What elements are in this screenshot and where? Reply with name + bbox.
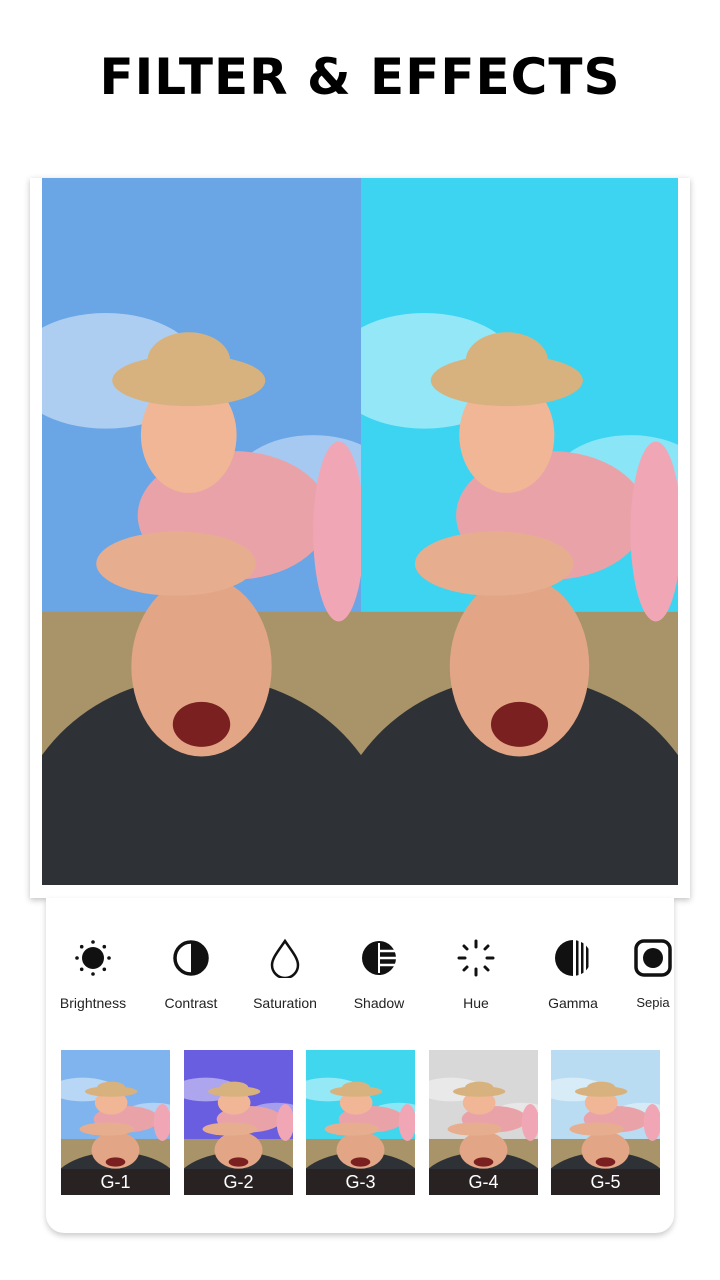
preview-card — [30, 178, 690, 898]
tool-hue[interactable]: Hue — [426, 938, 526, 1011]
filtered-photo[interactable] — [361, 178, 678, 885]
filter-thumb-g3[interactable]: G-3 — [306, 1050, 415, 1195]
page-title: FILTER & EFFECTS — [99, 48, 621, 106]
filter-thumb-g4[interactable]: G-4 — [429, 1050, 538, 1195]
saturation-drop-icon — [270, 938, 300, 980]
original-photo[interactable] — [42, 178, 361, 885]
filter-thumb-g2[interactable]: G-2 — [184, 1050, 293, 1195]
tool-brightness[interactable]: Brightness — [43, 938, 143, 1011]
gamma-icon — [555, 940, 589, 976]
shadow-icon — [362, 941, 397, 975]
sepia-icon — [634, 939, 672, 977]
filter-thumb-g1[interactable]: G-1 — [61, 1050, 170, 1195]
filter-thumb-g5[interactable]: G-5 — [551, 1050, 660, 1195]
brightness-icon — [75, 940, 111, 976]
tool-sepia[interactable]: Sepia — [603, 938, 703, 1010]
adjustment-panel: Brightness Contrast Saturation Shadow Hu… — [46, 898, 674, 1233]
hue-icon — [457, 939, 495, 977]
tool-saturation[interactable]: Saturation — [235, 938, 335, 1011]
tool-shadow[interactable]: Shadow — [329, 938, 429, 1011]
contrast-icon — [173, 940, 209, 976]
tool-contrast[interactable]: Contrast — [141, 938, 241, 1011]
